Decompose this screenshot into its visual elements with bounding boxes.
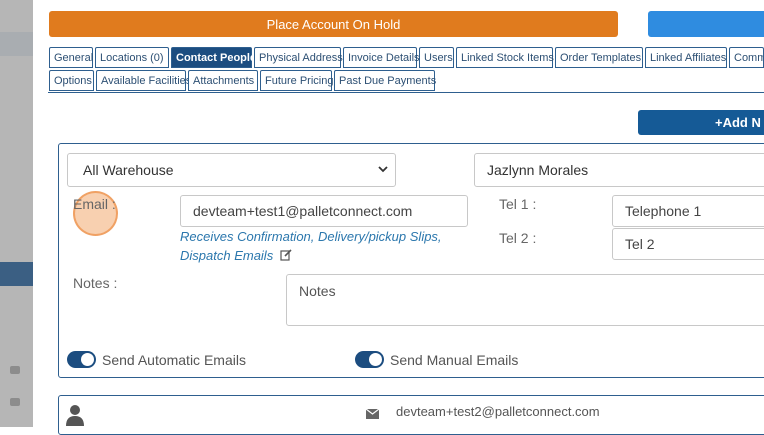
tabs-divider [48, 92, 764, 93]
tel2-label: Tel 2 : [499, 230, 537, 246]
toggle-knob [369, 353, 382, 366]
account-contact-panel: Place Account On Hold General Locations … [33, 0, 764, 435]
sidebar-icon[interactable] [10, 398, 20, 406]
toggle-knob [81, 353, 94, 366]
tab-order-templates[interactable]: Order Templates [555, 47, 643, 68]
chevron-down-icon [378, 163, 388, 177]
sidebar-band [0, 32, 33, 56]
warehouse-select[interactable]: All Warehouse [67, 153, 396, 187]
tel1-field[interactable]: Telephone 1 [612, 195, 764, 227]
email-field[interactable]: devteam+test1@palletconnect.com [180, 195, 468, 227]
tab-contact-people[interactable]: Contact People [171, 47, 256, 68]
warehouse-select-value: All Warehouse [83, 162, 174, 178]
sidebar-active-item[interactable] [0, 262, 33, 286]
tab-physical-address[interactable]: Physical Address [254, 47, 343, 68]
tab-linked-stock-items[interactable]: Linked Stock Items [456, 47, 554, 68]
tel1-label: Tel 1 : [499, 196, 537, 212]
tab-invoice-details[interactable]: Invoice Details [343, 47, 420, 68]
sidebar-backdrop [0, 0, 33, 427]
tab-future-pricing[interactable]: Future Pricing [260, 70, 333, 91]
tab-options[interactable]: Options [49, 70, 94, 91]
edit-icon[interactable] [280, 247, 292, 266]
tab-linked-affiliates[interactable]: Linked Affiliates [645, 47, 727, 68]
email-preferences-line2: Dispatch Emails [180, 248, 274, 263]
email-preferences-line1: Receives Confirmation, Delivery/pickup S… [180, 229, 442, 244]
send-manual-emails-toggle[interactable] [355, 351, 384, 368]
sidebar-icon[interactable] [10, 366, 20, 374]
place-account-on-hold-button[interactable]: Place Account On Hold [49, 11, 618, 37]
notes-field[interactable]: Notes [286, 274, 764, 326]
add-contact-button[interactable]: +Add N [638, 110, 764, 135]
tab-comm[interactable]: Comm [729, 47, 764, 68]
notes-label: Notes : [73, 275, 118, 291]
tab-general[interactable]: General [49, 47, 93, 68]
send-manual-emails-label: Send Manual Emails [390, 352, 519, 368]
tab-users[interactable]: Users [419, 47, 454, 68]
tel2-field[interactable]: Tel 2 [612, 228, 764, 260]
email-preferences-link[interactable]: Receives Confirmation, Delivery/pickup S… [180, 227, 442, 266]
contact-name-field[interactable]: Jazlynn Morales [474, 153, 764, 187]
tab-available-facilities[interactable]: Available Facilities [96, 70, 191, 91]
send-automatic-emails-label: Send Automatic Emails [102, 352, 246, 368]
secondary-action-button[interactable] [648, 11, 764, 37]
second-contact-email: devteam+test2@palletconnect.com [396, 404, 600, 419]
tab-locations[interactable]: Locations (0) [95, 47, 169, 68]
tab-attachments[interactable]: Attachments [188, 70, 258, 91]
tab-past-due-payments[interactable]: Past Due Payments [334, 70, 436, 91]
envelope-icon [365, 406, 380, 424]
send-automatic-emails-toggle[interactable] [67, 351, 96, 368]
email-label: Email : [73, 196, 116, 212]
